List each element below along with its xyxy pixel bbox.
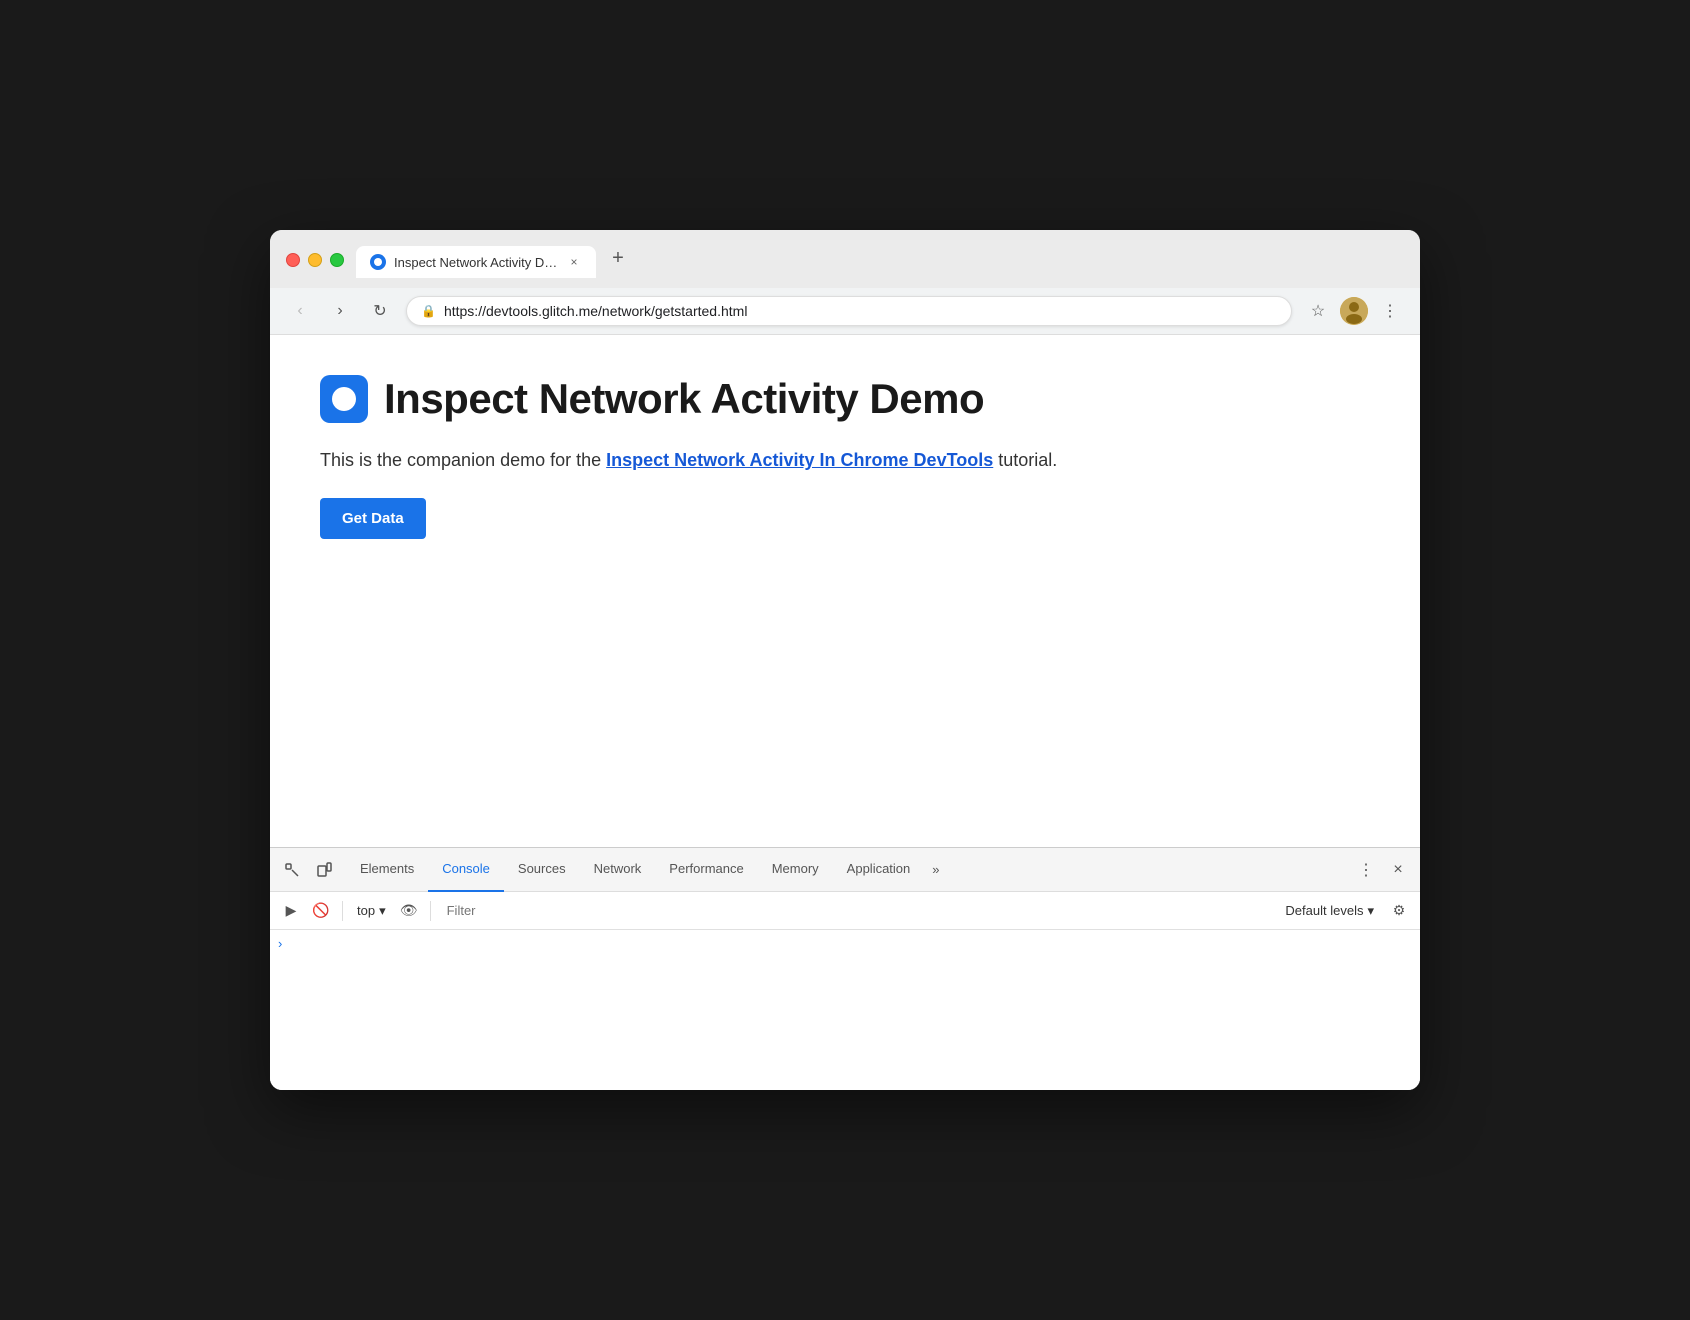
console-toolbar: ▶ 🚫 top ▾ 👁 Default levels ▾ ⚙ [270,892,1420,930]
console-settings-button[interactable]: ⚙ [1386,898,1412,924]
memory-tab-label: Memory [772,861,819,876]
chrome-menu-button[interactable]: ⋮ [1376,297,1404,325]
console-tab-label: Console [442,861,490,876]
play-icon: ▶ [286,902,297,919]
elements-tab-label: Elements [360,861,414,876]
lock-icon: 🔒 [421,304,436,318]
element-picker-button[interactable] [278,856,306,884]
close-icon: × [1393,861,1402,879]
devtools-more-options-button[interactable]: ⋮ [1352,856,1380,884]
tab-sources[interactable]: Sources [504,848,580,892]
context-dropdown-arrow: ▾ [379,903,386,919]
eye-icon: 👁 [400,902,418,919]
clear-console-button[interactable]: 🚫 [308,898,334,924]
tab-network[interactable]: Network [580,848,656,892]
forward-icon: › [337,302,342,320]
page-description: This is the companion demo for the Inspe… [320,447,1370,474]
star-icon: ☆ [1311,301,1325,321]
console-output: › [270,930,1420,1090]
page-content: Inspect Network Activity Demo This is th… [270,335,1420,847]
minimize-button[interactable] [308,253,322,267]
avatar[interactable] [1340,297,1368,325]
tab-elements[interactable]: Elements [346,848,428,892]
block-icon: 🚫 [312,902,329,919]
address-text: https://devtools.glitch.me/network/getst… [444,303,1277,319]
more-tabs-button[interactable]: » [924,848,947,892]
url-path: /network/getstarted.html [598,303,747,319]
run-script-button[interactable]: ▶ [278,898,304,924]
get-data-button[interactable]: Get Data [320,498,426,539]
back-icon: ‹ [297,302,302,320]
address-actions: ☆ ⋮ [1304,297,1404,325]
address-input-wrap[interactable]: 🔒 https://devtools.glitch.me/network/get… [406,296,1292,326]
device-mode-button[interactable] [310,856,338,884]
devtools-toolbar-icons [278,856,338,884]
address-bar: ‹ › ↻ 🔒 https://devtools.glitch.me/netwo… [270,288,1420,335]
reload-icon: ↻ [373,301,386,321]
tab-close-button[interactable]: × [566,254,582,270]
page-title: Inspect Network Activity Demo [384,375,984,423]
reload-button[interactable]: ↻ [366,297,394,325]
log-levels-button[interactable]: Default levels ▾ [1277,901,1382,921]
tab-memory[interactable]: Memory [758,848,833,892]
kebab-menu-icon: ⋮ [1382,301,1398,321]
description-suffix: tutorial. [993,450,1057,470]
devtools-tab-bar: Elements Console Sources Network Perform… [270,848,1420,892]
close-button[interactable] [286,253,300,267]
maximize-button[interactable] [330,253,344,267]
context-value: top [357,903,375,918]
console-prompt-arrow[interactable]: › [270,934,1420,953]
browser-window: Inspect Network Activity Demo × + ‹ › ↻ … [270,230,1420,1090]
performance-tab-label: Performance [669,861,743,876]
page-favicon [320,375,368,423]
active-tab[interactable]: Inspect Network Activity Demo × [356,246,596,278]
sources-tab-label: Sources [518,861,566,876]
application-tab-label: Application [847,861,911,876]
traffic-lights [286,253,344,267]
tab-favicon [370,254,386,270]
tab-console[interactable]: Console [428,848,504,892]
separator-2 [430,901,431,921]
devtools-panel: Elements Console Sources Network Perform… [270,847,1420,1090]
log-levels-arrow: ▾ [1367,903,1374,919]
devtools-menu-buttons: ⋮ × [1352,856,1412,884]
back-button[interactable]: ‹ [286,297,314,325]
title-bar: Inspect Network Activity Demo × + [270,230,1420,288]
devtools-close-button[interactable]: × [1384,856,1412,884]
log-levels-label: Default levels [1285,903,1363,918]
live-expressions-button[interactable]: 👁 [396,898,422,924]
gear-icon: ⚙ [1393,902,1406,919]
description-prefix: This is the companion demo for the [320,450,606,470]
console-context-selector[interactable]: top ▾ [351,898,392,924]
forward-button[interactable]: › [326,297,354,325]
browser-tabs: Inspect Network Activity Demo × + [356,242,634,278]
star-button[interactable]: ☆ [1304,297,1332,325]
tab-performance[interactable]: Performance [655,848,757,892]
dots-icon: ⋮ [1358,860,1374,880]
console-filter-input[interactable] [439,901,1274,920]
url-base: https://devtools.glitch.me [444,303,598,319]
network-tab-label: Network [594,861,642,876]
devtools-link[interactable]: Inspect Network Activity In Chrome DevTo… [606,450,993,470]
tab-title: Inspect Network Activity Demo [394,255,558,270]
separator-1 [342,901,343,921]
new-tab-button[interactable]: + [602,242,634,274]
tab-application[interactable]: Application [833,848,925,892]
page-heading-row: Inspect Network Activity Demo [320,375,1370,423]
